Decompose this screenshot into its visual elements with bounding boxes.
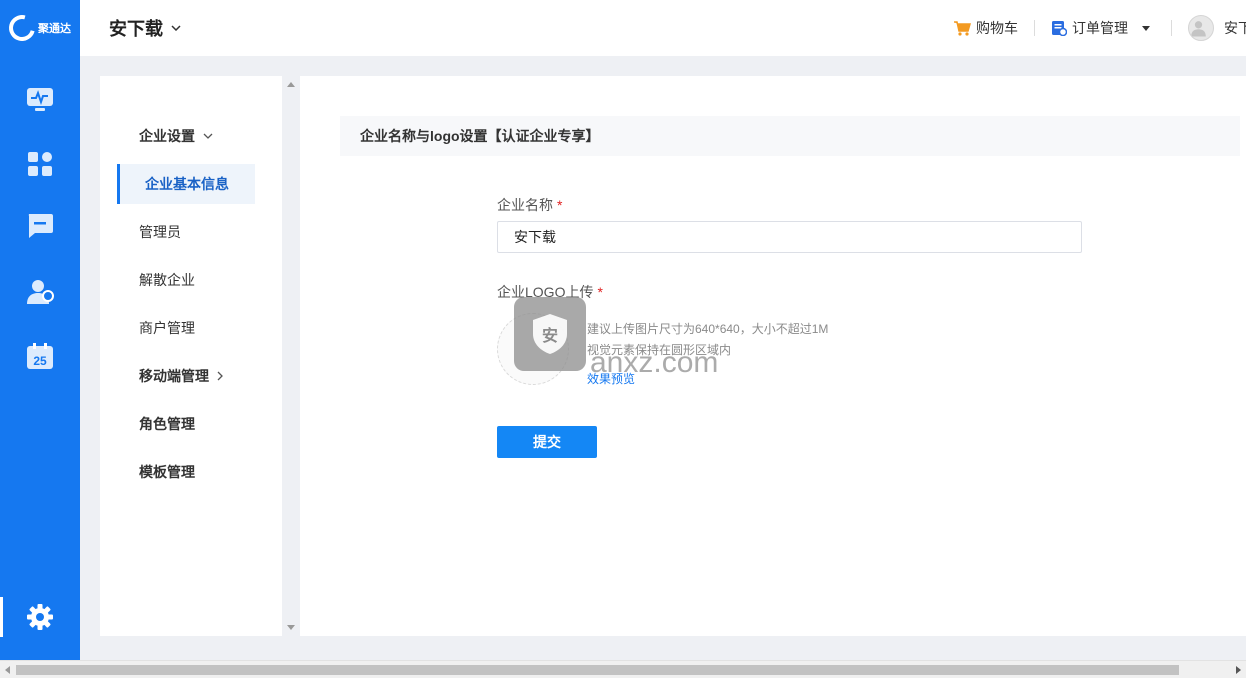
contacts-icon (27, 280, 54, 304)
rail-item-settings[interactable] (0, 597, 80, 637)
preview-link[interactable]: 效果预览 (587, 370, 635, 387)
menu-administrators[interactable]: 管理员 (100, 212, 282, 252)
required-mark: * (597, 284, 603, 300)
apps-grid-icon (28, 152, 52, 176)
user-avatar-icon (1191, 21, 1206, 37)
chevron-down-icon (171, 25, 181, 31)
menu-label: 移动端管理 (139, 368, 209, 384)
logo-hint-area: 视觉元素保持在圆形区域内 (587, 343, 732, 357)
menu-label: 管理员 (139, 224, 181, 240)
divider (1171, 20, 1172, 36)
top-bar: 安下载 购物车 订单管理 安下 (80, 0, 1246, 56)
cart-link[interactable]: 购物车 (953, 18, 1018, 38)
user-name: 安下 (1224, 20, 1246, 36)
divider (1034, 20, 1035, 36)
scroll-up-arrow-icon[interactable] (287, 82, 295, 87)
monitor-icon (27, 88, 53, 111)
menu-enterprise-basic-info[interactable]: 企业基本信息 (117, 164, 255, 204)
menu-merchant-management[interactable]: 商户管理 (100, 308, 282, 348)
rail-item-calendar[interactable]: 25 (0, 336, 80, 376)
gear-icon (27, 604, 53, 630)
tenant-switcher[interactable]: 安下载 (109, 15, 181, 41)
main-panel: 企业名称与logo设置【认证企业专享】 企业名称* 企业LOGO上传* 安 an… (300, 76, 1246, 636)
scroll-right-arrow-icon[interactable] (1236, 666, 1241, 674)
rail-item-contacts[interactable] (0, 272, 80, 312)
menu-enterprise-settings[interactable]: 企业设置 (100, 116, 282, 156)
calendar-icon: 25 (27, 343, 53, 369)
rail-item-dashboard[interactable] (0, 80, 80, 120)
company-name-input[interactable] (497, 221, 1082, 253)
menu-mobile-management[interactable]: 移动端管理 (100, 356, 282, 396)
watermark-logo: 安 (514, 297, 586, 371)
submenu-scrollbar[interactable] (282, 76, 300, 636)
menu-role-management[interactable]: 角色管理 (100, 404, 282, 444)
watermark-badge: 安 (542, 326, 558, 345)
brand-name: 聚通达 (38, 23, 71, 35)
menu-label: 企业基本信息 (145, 176, 229, 192)
logo-mark-icon (4, 10, 40, 46)
orders-menu[interactable]: 订单管理 (1051, 18, 1155, 38)
chevron-right-icon (217, 371, 223, 381)
shield-icon: 安 (533, 314, 567, 354)
cart-label: 购物车 (976, 20, 1018, 36)
logo-hint-size: 建议上传图片尺寸为640*640，大小不超过1M (587, 322, 829, 336)
required-mark: * (557, 197, 563, 213)
menu-label: 解散企业 (139, 272, 195, 288)
orders-label: 订单管理 (1072, 20, 1128, 36)
top-actions: 购物车 订单管理 安下 (953, 0, 1246, 56)
rail-item-apps[interactable] (0, 144, 80, 184)
scrollbar-thumb[interactable] (16, 665, 1179, 675)
menu-label: 模板管理 (139, 464, 195, 480)
menu-label: 企业设置 (139, 128, 195, 144)
cart-icon (954, 21, 971, 36)
menu-dissolve-enterprise[interactable]: 解散企业 (100, 260, 282, 300)
caret-down-icon (1142, 25, 1150, 31)
settings-submenu: 企业设置 企业基本信息 管理员 解散企业 商户管理 移动端管理 角色管理 模板管… (100, 76, 282, 636)
calendar-badge: 25 (33, 354, 47, 368)
label-text: 企业名称 (497, 197, 553, 213)
app-rail: 聚通达 25 (0, 0, 80, 660)
page-horizontal-scrollbar[interactable] (0, 660, 1246, 678)
chevron-down-icon (203, 133, 213, 139)
tenant-name: 安下载 (109, 19, 163, 39)
order-doc-icon (1052, 21, 1067, 36)
section-title: 企业名称与logo设置【认证企业专享】 (340, 116, 1240, 156)
rail-item-messages[interactable] (0, 206, 80, 246)
menu-template-management[interactable]: 模板管理 (100, 452, 282, 492)
submit-button[interactable]: 提交 (497, 426, 597, 458)
menu-label: 商户管理 (139, 320, 195, 336)
user-menu[interactable]: 安下 (1188, 15, 1246, 41)
scroll-down-arrow-icon[interactable] (287, 625, 295, 630)
message-icon (28, 214, 53, 238)
brand-logo[interactable]: 聚通达 (0, 0, 80, 56)
company-name-label: 企业名称 * (497, 195, 562, 215)
avatar (1188, 15, 1214, 41)
menu-label: 角色管理 (139, 416, 195, 432)
scroll-left-arrow-icon[interactable] (5, 666, 10, 674)
